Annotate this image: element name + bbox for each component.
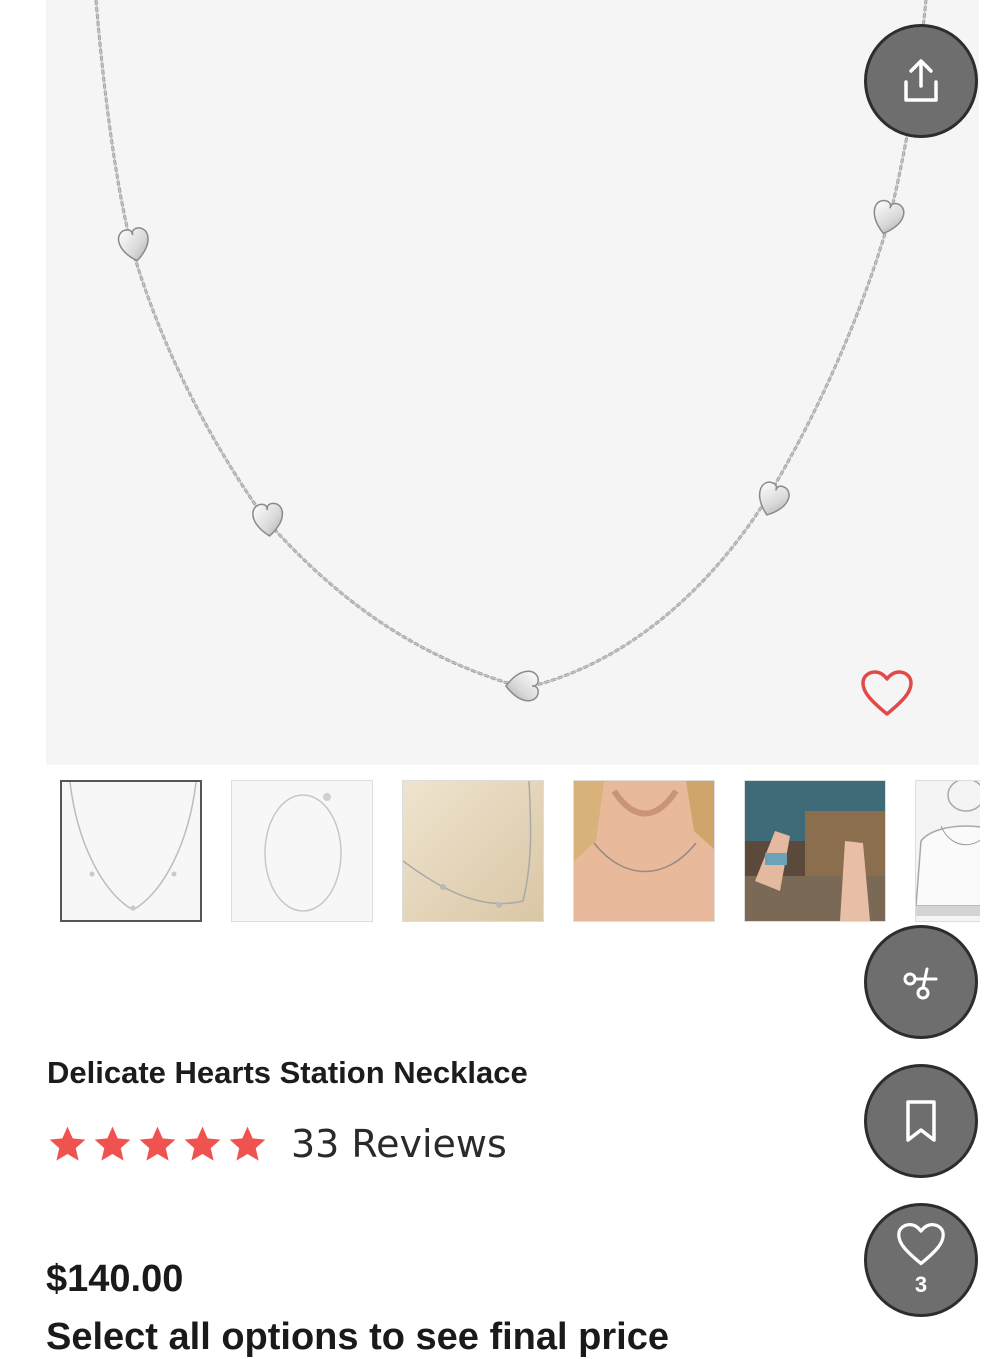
price-note: Select all options to see final price <box>46 1316 669 1358</box>
product-price: $140.00 <box>46 1258 184 1300</box>
thumbnail-necklace-full-loop[interactable] <box>231 780 373 922</box>
bookmark-icon <box>906 1100 936 1142</box>
heart-charm-3 <box>505 670 539 702</box>
star-icon <box>49 1126 86 1161</box>
thumbnail-necklace-front[interactable] <box>60 780 202 922</box>
product-main-image[interactable] <box>46 0 979 765</box>
necklace-image <box>94 0 928 702</box>
thumbnail-necklace-on-beige[interactable] <box>402 780 544 922</box>
cut-button[interactable] <box>864 925 978 1039</box>
product-title: Delicate Hearts Station Necklace <box>47 1055 528 1090</box>
heart-outline-icon <box>861 670 913 716</box>
star-icon <box>139 1126 176 1161</box>
star-icon <box>229 1126 266 1161</box>
scissors-icon <box>903 967 938 1000</box>
reviews-link[interactable]: 33 Reviews <box>291 1122 507 1166</box>
share-upload-icon <box>904 59 938 102</box>
thumbnail-necklace-handmade[interactable] <box>744 780 886 922</box>
heart-charm-5 <box>873 199 905 235</box>
share-button[interactable] <box>864 24 978 138</box>
wishlist-button[interactable] <box>858 668 916 720</box>
heart-charm-1 <box>117 227 149 262</box>
star-rating <box>46 1123 269 1166</box>
thumbnail-gallery <box>60 780 980 926</box>
thumbnail-necklace-length-guide[interactable] <box>915 780 980 922</box>
heart-icon <box>897 1223 945 1266</box>
product-rating: 33 Reviews <box>46 1122 507 1166</box>
heart-charm-4 <box>758 481 790 516</box>
like-button[interactable]: 3 <box>864 1203 978 1317</box>
star-icon <box>184 1126 221 1161</box>
like-count: 3 <box>914 1272 928 1297</box>
thumbnail-necklace-worn[interactable] <box>573 780 715 922</box>
bookmark-button[interactable] <box>864 1064 978 1178</box>
star-icon <box>94 1126 131 1161</box>
heart-charm-2 <box>252 502 284 537</box>
